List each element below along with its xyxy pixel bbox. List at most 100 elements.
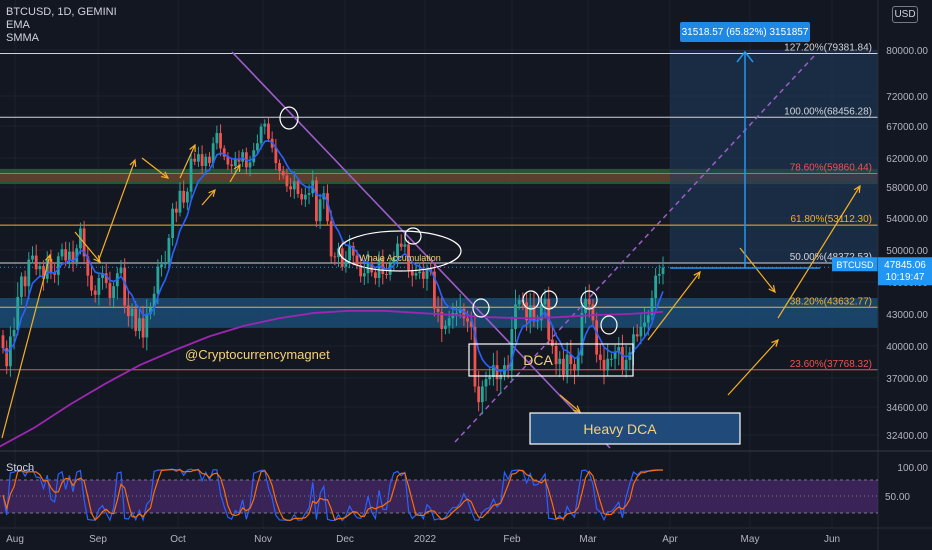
candle-body — [160, 264, 163, 267]
time-tick-label: Nov — [254, 534, 272, 545]
candle-body — [495, 365, 499, 380]
candle-body — [613, 352, 617, 359]
price-tick-label: 50000.00 — [886, 246, 928, 257]
candle-body — [624, 359, 628, 370]
candle-body — [609, 358, 613, 360]
smma-indicator-label[interactable]: SMMA — [6, 32, 117, 45]
candle-body — [657, 274, 661, 276]
candle-body — [20, 276, 23, 297]
candle-body — [480, 386, 484, 403]
candle-body — [602, 359, 606, 371]
ema-indicator-label[interactable]: EMA — [6, 19, 117, 32]
candle-body — [259, 126, 263, 144]
trading-chart[interactable]: 127.20%(79381.84) 100.00%(68456.28) 78.60%… — [0, 0, 932, 550]
candle-body — [208, 156, 211, 164]
candle-body — [185, 191, 189, 203]
candle-body — [156, 266, 160, 294]
candle-body — [171, 208, 175, 238]
price-tick-label: 32400.00 — [886, 431, 928, 442]
symbol-label[interactable]: BTCUSD, 1D, GEMINI — [6, 6, 117, 19]
fib-label: 38.20%(43632.77) — [790, 296, 872, 307]
time-tick-label: Mar — [579, 534, 597, 545]
projection-box — [670, 50, 878, 263]
candle-body — [558, 358, 562, 365]
candle-body — [23, 276, 27, 287]
candle-body — [562, 358, 565, 375]
candle-body — [661, 267, 665, 274]
candle-body — [215, 133, 219, 144]
time-axis: Aug Sep Oct Nov Dec 2022 Feb Mar Apr May Jun — [0, 527, 932, 545]
arrow — [559, 394, 581, 413]
author-watermark: @Cryptocurrencymagnet — [185, 347, 330, 362]
candle-body — [654, 275, 658, 298]
time-tick-label: Aug — [6, 534, 24, 545]
candle-body — [108, 283, 112, 298]
candle-body — [385, 274, 388, 275]
candle-body — [145, 314, 149, 338]
currency-button[interactable]: USD — [892, 6, 918, 23]
candle-body — [421, 271, 425, 279]
candle-body — [134, 308, 138, 332]
time-tick-label: May — [741, 534, 760, 545]
candle-body — [598, 354, 602, 360]
dca-label: DCA — [523, 352, 553, 368]
time-tick-label: Apr — [662, 534, 678, 545]
candle-body — [200, 154, 204, 166]
candle-body — [514, 304, 517, 329]
candle-body — [130, 308, 134, 317]
candle-body — [263, 123, 267, 127]
candle-body — [167, 238, 171, 262]
candle-body — [1, 335, 5, 349]
fib-label: 23.60%(37768.32) — [790, 359, 872, 370]
price-tick-label: 40000.00 — [886, 342, 928, 353]
price-tick-label: 54000.00 — [886, 214, 928, 225]
candle-body — [300, 193, 304, 200]
candle-body — [141, 318, 145, 338]
candle-body — [315, 180, 318, 222]
candle-body — [93, 290, 97, 295]
candle-body — [333, 256, 337, 258]
stoch-tick-label: 50.00 — [885, 492, 910, 503]
candle-body — [573, 364, 576, 371]
candle-body — [12, 330, 16, 337]
candle-body — [97, 278, 101, 295]
candle-body — [447, 318, 451, 326]
candle-body — [403, 244, 407, 247]
candle-body — [355, 255, 359, 266]
arrow — [727, 339, 779, 396]
candle-body — [292, 181, 296, 190]
price-tick-label: 72000.00 — [886, 92, 928, 103]
stoch-tick-label: 100.00 — [897, 463, 928, 474]
fib-label: 127.20%(79381.84) — [784, 43, 872, 54]
candle-body — [646, 315, 650, 323]
candle-body — [329, 221, 333, 257]
price-tag-symbol: BTCUSD — [836, 260, 874, 270]
candle-body — [285, 175, 289, 187]
time-tick-label: 2022 — [414, 534, 437, 545]
candle-body — [163, 262, 167, 265]
candle-body — [126, 305, 130, 317]
candle-body — [643, 322, 646, 327]
candle-body — [466, 318, 469, 322]
candle-body — [230, 164, 234, 166]
candle-body — [112, 286, 116, 298]
stoch-indicator-label[interactable]: Stoch — [6, 462, 34, 474]
candle-body — [348, 246, 351, 261]
candle-body — [595, 320, 599, 355]
stoch-pane: 100.00 50.00 — [0, 450, 932, 522]
candle-body — [554, 346, 558, 365]
fib-label: 78.60%(59860.44) — [790, 163, 872, 174]
stoch-band — [0, 480, 878, 513]
price-tick-label: 34600.00 — [886, 403, 928, 414]
candle-body — [414, 273, 418, 276]
candle-body — [362, 273, 366, 277]
candle-body — [189, 158, 193, 192]
candle-body — [477, 386, 481, 403]
chart-canvas[interactable]: 127.20%(79381.84) 100.00%(68456.28) 78.60%… — [0, 0, 932, 550]
candle-body — [565, 354, 569, 375]
candle-body — [639, 326, 643, 337]
candle-body — [204, 156, 208, 166]
candle-body — [67, 251, 71, 261]
candle-body — [484, 379, 488, 387]
candle-body — [56, 256, 60, 275]
